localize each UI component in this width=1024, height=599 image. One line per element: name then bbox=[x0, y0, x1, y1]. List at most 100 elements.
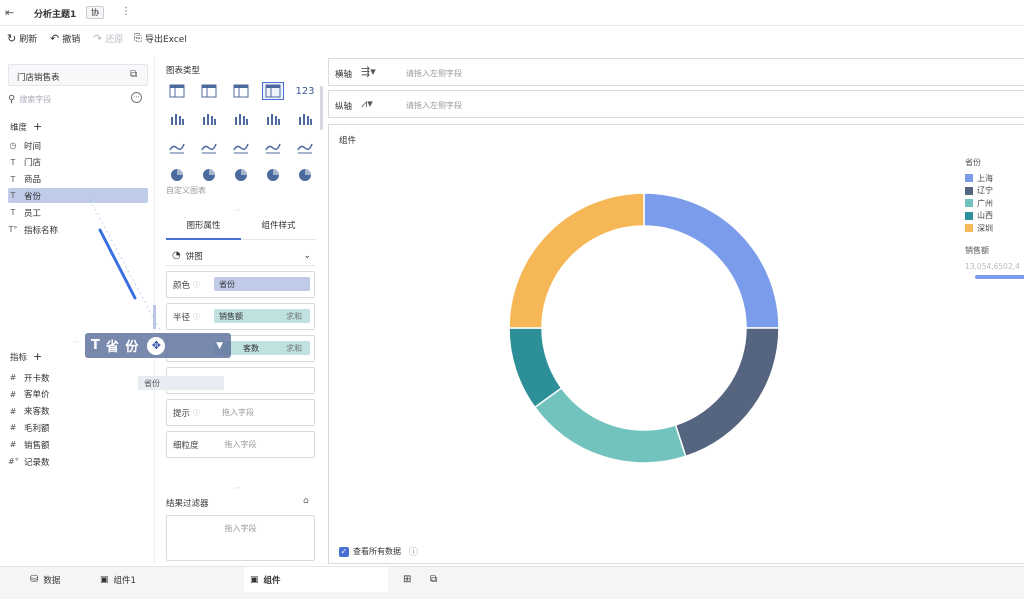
dimension-item[interactable]: T 商品 bbox=[8, 172, 148, 187]
legend-label: 广州 bbox=[977, 198, 993, 208]
legend-swatch bbox=[965, 211, 973, 220]
legend-item[interactable]: 辽宁 bbox=[965, 185, 993, 198]
measure-type-icon: # bbox=[9, 389, 17, 399]
legend-item[interactable]: 上海 bbox=[965, 172, 993, 185]
exit-icon[interactable]: ⇤ bbox=[5, 6, 14, 19]
dimension-label: 门店 bbox=[24, 158, 42, 169]
measure-title: 指标 bbox=[10, 352, 28, 363]
config-scrollbar[interactable] bbox=[320, 86, 323, 130]
map-icon[interactable] bbox=[230, 138, 252, 156]
legend-item[interactable]: 深圳 bbox=[965, 222, 993, 235]
redo-icon: ↷ bbox=[93, 32, 103, 45]
measure-item[interactable]: #° 记录数 bbox=[8, 454, 148, 469]
granularity-property[interactable]: 细粒度 拖入字段 bbox=[166, 431, 315, 458]
y-axis-shelf[interactable]: 纵轴 ⩘▾ 请拖入左侧字段 bbox=[328, 90, 1024, 118]
color-field-pill[interactable]: 省份 bbox=[214, 277, 310, 291]
chart-kind-select[interactable]: ◔ 饼图 ⌄ bbox=[166, 246, 315, 266]
scatter-icon[interactable] bbox=[262, 166, 284, 184]
fan-chart-icon[interactable] bbox=[198, 166, 220, 184]
grouped-bar-icon[interactable] bbox=[166, 110, 188, 128]
legend-label: 上海 bbox=[977, 173, 993, 183]
donut-slice-2[interactable] bbox=[533, 386, 687, 464]
more-menu-icon[interactable]: ⋮ bbox=[121, 6, 131, 17]
show-all-data-toggle[interactable]: ✓ 查看所有数据 ⓘ bbox=[339, 545, 418, 558]
add-measure-icon[interactable]: + bbox=[33, 350, 42, 363]
dimension-type-icon: T bbox=[10, 208, 16, 218]
add-dashboard-icon[interactable]: ⧉ bbox=[430, 567, 437, 592]
measure-item[interactable]: # 来客数 bbox=[8, 404, 148, 419]
tab-component1-label: 组件1 bbox=[113, 575, 136, 586]
table-icon[interactable] bbox=[166, 82, 188, 100]
info-icon: ⓘ bbox=[193, 408, 201, 417]
result-filter-drop-zone[interactable]: 拖入字段 bbox=[166, 515, 315, 561]
search-options-icon[interactable]: ⋯ bbox=[131, 92, 142, 103]
search-icon: ⚲ bbox=[8, 93, 16, 105]
table-selector[interactable]: 门店销售表 ⧉ bbox=[8, 64, 148, 86]
add-component-icon[interactable]: ⊞ bbox=[403, 567, 411, 592]
rose-chart-icon[interactable] bbox=[230, 166, 252, 184]
tab-component1[interactable]: ▣ 组件1 bbox=[100, 567, 136, 592]
donut-slice-1[interactable] bbox=[674, 327, 780, 458]
filter-title: 结果过滤器 bbox=[166, 499, 209, 509]
undo-button[interactable]: ↶ 撤销 bbox=[50, 32, 80, 45]
field-search[interactable]: ⚲ 搜索字段 bbox=[8, 91, 130, 107]
legend-item[interactable]: 山西 bbox=[965, 210, 993, 223]
column-chart-icon[interactable] bbox=[230, 110, 252, 128]
collab-badge[interactable]: 协 bbox=[86, 6, 104, 19]
radius-agg: 求和 bbox=[286, 311, 302, 321]
line-chart-icon[interactable] bbox=[166, 138, 188, 156]
horizontal-bar-icon[interactable] bbox=[262, 110, 284, 128]
dimension-item[interactable]: T 门店 bbox=[8, 155, 148, 170]
section-resize-handle[interactable]: ⋯ bbox=[234, 206, 241, 214]
export-icon: ⎘ bbox=[134, 33, 142, 44]
redo-button[interactable]: ↷ 还原 bbox=[93, 32, 123, 45]
tooltip-drop-zone[interactable]: 拖入字段 bbox=[222, 407, 254, 418]
gauge-icon[interactable] bbox=[294, 138, 316, 156]
dimension-type-icon: ◷ bbox=[9, 141, 17, 150]
measure-item[interactable]: # 客单价 bbox=[8, 387, 148, 402]
info-icon[interactable]: ⓘ bbox=[409, 545, 418, 558]
measure-item[interactable]: # 销售额 bbox=[8, 437, 148, 452]
filter-lock-icon[interactable]: ⌂ bbox=[303, 496, 309, 506]
tab-component[interactable]: ▣ 组件 bbox=[244, 567, 388, 592]
kpi-number-icon[interactable]: 123 bbox=[294, 82, 316, 100]
dimension-title: 维度 bbox=[10, 122, 28, 133]
switch-table-icon[interactable]: ⧉ bbox=[130, 69, 137, 80]
x-axis-sort-icon[interactable]: ⇶▾ bbox=[361, 65, 376, 78]
dimension-item[interactable]: ◷ 时间 bbox=[8, 138, 148, 153]
legend-color-title: 省份 bbox=[965, 158, 981, 167]
measure-item[interactable]: # 毛利额 bbox=[8, 420, 148, 435]
cross-table-icon[interactable] bbox=[262, 82, 284, 100]
tab-component-style[interactable]: 组件样式 bbox=[241, 216, 316, 240]
y-axis-drop-zone[interactable]: 请拖入左侧字段 bbox=[406, 100, 462, 111]
checkbox-checked-icon[interactable]: ✓ bbox=[339, 546, 349, 557]
cross-line-icon[interactable] bbox=[198, 138, 220, 156]
y-axis-sort-icon[interactable]: ⩘▾ bbox=[361, 97, 373, 111]
bubble-chart-icon[interactable] bbox=[294, 166, 316, 184]
donut-slice-4[interactable] bbox=[508, 192, 645, 329]
pivot-table-icon[interactable] bbox=[198, 82, 220, 100]
x-axis-drop-zone[interactable]: 请拖入左侧字段 bbox=[406, 68, 462, 79]
tooltip-property[interactable]: 提示 ⓘ 拖入字段 bbox=[166, 399, 315, 426]
area-chart-icon[interactable] bbox=[262, 138, 284, 156]
radius-field-pill[interactable]: 销售额 求和 bbox=[214, 309, 310, 323]
tab-data[interactable]: ⛁ 数据 bbox=[30, 567, 60, 592]
x-axis-shelf[interactable]: 横轴 ⇶▾ 请拖入左侧字段 bbox=[328, 58, 1024, 86]
legend-item[interactable]: 广州 bbox=[965, 197, 993, 210]
search-input[interactable]: 搜索字段 bbox=[19, 94, 51, 105]
add-dimension-icon[interactable]: + bbox=[33, 120, 42, 133]
donut-chart[interactable] bbox=[489, 185, 829, 485]
refresh-button[interactable]: ↻ 刷新 bbox=[7, 32, 37, 45]
chart-canvas[interactable]: 组件 省份 上海 辽宁 广州 山西 深圳 销售额 13,054,6502,4 ✓ 查看所… bbox=[328, 124, 1024, 564]
section-resize-handle[interactable]: ⋯ bbox=[234, 484, 241, 492]
export-excel-button[interactable]: ⎘ 导出Excel bbox=[134, 32, 187, 45]
analysis-title[interactable]: 分析主题1 bbox=[34, 7, 76, 20]
range-bar-icon[interactable] bbox=[294, 110, 316, 128]
measure-item[interactable]: # 开卡数 bbox=[8, 370, 148, 385]
panel-resize-handle[interactable]: ⋯ bbox=[72, 338, 79, 346]
granularity-drop-zone[interactable]: 拖入字段 bbox=[225, 439, 257, 450]
pie-chart-icon[interactable] bbox=[166, 166, 188, 184]
detail-table-icon[interactable] bbox=[230, 82, 252, 100]
stacked-bar-icon[interactable] bbox=[198, 110, 220, 128]
donut-slice-0[interactable] bbox=[643, 192, 780, 329]
